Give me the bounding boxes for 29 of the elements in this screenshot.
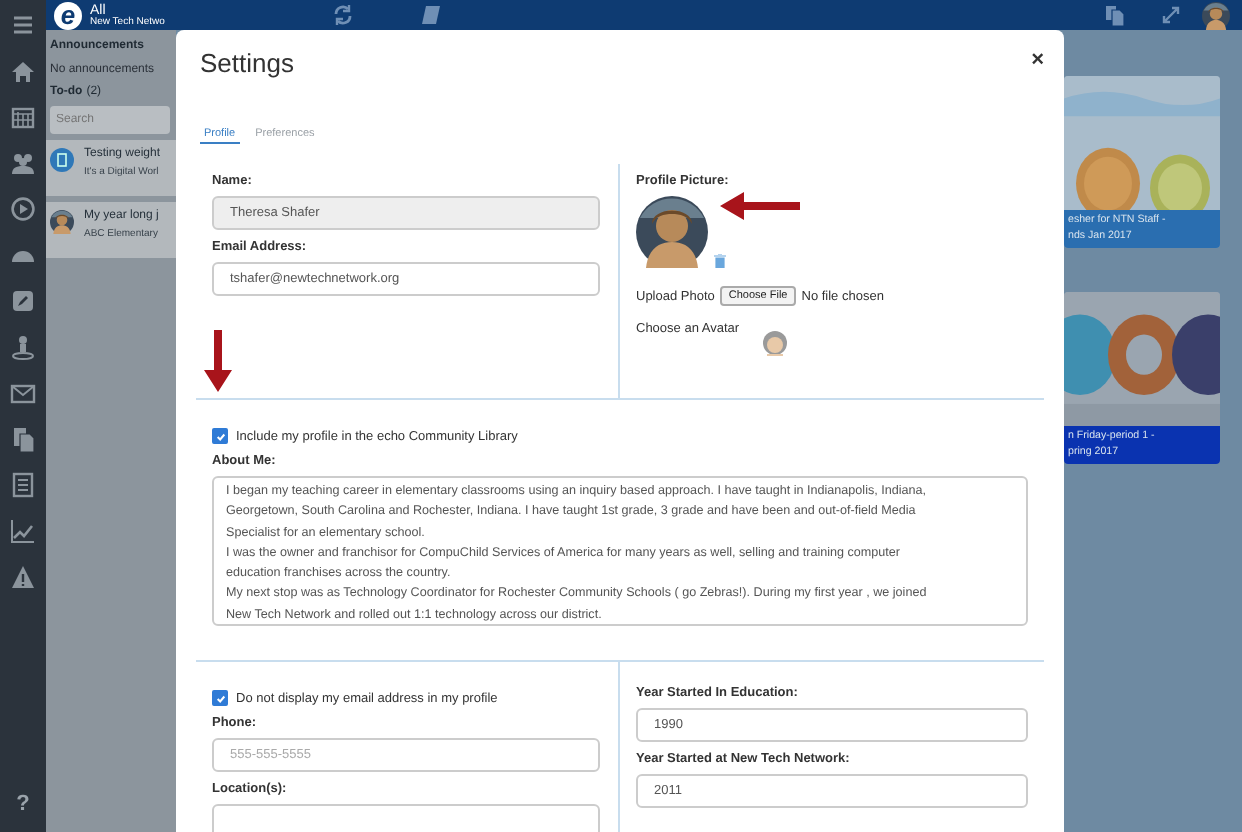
help-icon[interactable]: ? bbox=[16, 792, 30, 816]
location-field[interactable] bbox=[212, 804, 600, 832]
play-icon[interactable] bbox=[10, 196, 36, 222]
pointer-arrow bbox=[720, 192, 800, 220]
list-icon[interactable] bbox=[10, 472, 36, 498]
refresh-icon[interactable] bbox=[332, 4, 354, 26]
avatar-icon[interactable] bbox=[761, 330, 788, 356]
documents-icon[interactable] bbox=[1104, 4, 1126, 26]
checkbox[interactable] bbox=[212, 690, 228, 706]
close-button[interactable]: × bbox=[1031, 48, 1044, 72]
person-pin-icon[interactable] bbox=[10, 334, 36, 360]
mail-icon[interactable] bbox=[10, 380, 36, 406]
calendar-icon[interactable] bbox=[10, 104, 36, 130]
people-icon[interactable] bbox=[10, 150, 36, 176]
document-icon bbox=[50, 148, 74, 172]
chart-icon[interactable] bbox=[10, 518, 36, 544]
documents-icon[interactable] bbox=[10, 426, 36, 452]
home-icon[interactable] bbox=[10, 58, 36, 84]
dialog-title: Settings bbox=[200, 48, 294, 82]
menu-icon[interactable] bbox=[10, 12, 36, 38]
expand-icon[interactable] bbox=[1160, 4, 1182, 26]
checkbox[interactable] bbox=[212, 428, 228, 444]
avatar-icon bbox=[50, 210, 74, 234]
pointer-arrow bbox=[204, 330, 232, 392]
trash-icon[interactable] bbox=[714, 254, 726, 268]
user-avatar[interactable] bbox=[1202, 2, 1230, 30]
pencil-icon[interactable] bbox=[10, 288, 36, 314]
warning-icon[interactable] bbox=[10, 564, 36, 590]
logo[interactable]: e bbox=[54, 1, 82, 29]
